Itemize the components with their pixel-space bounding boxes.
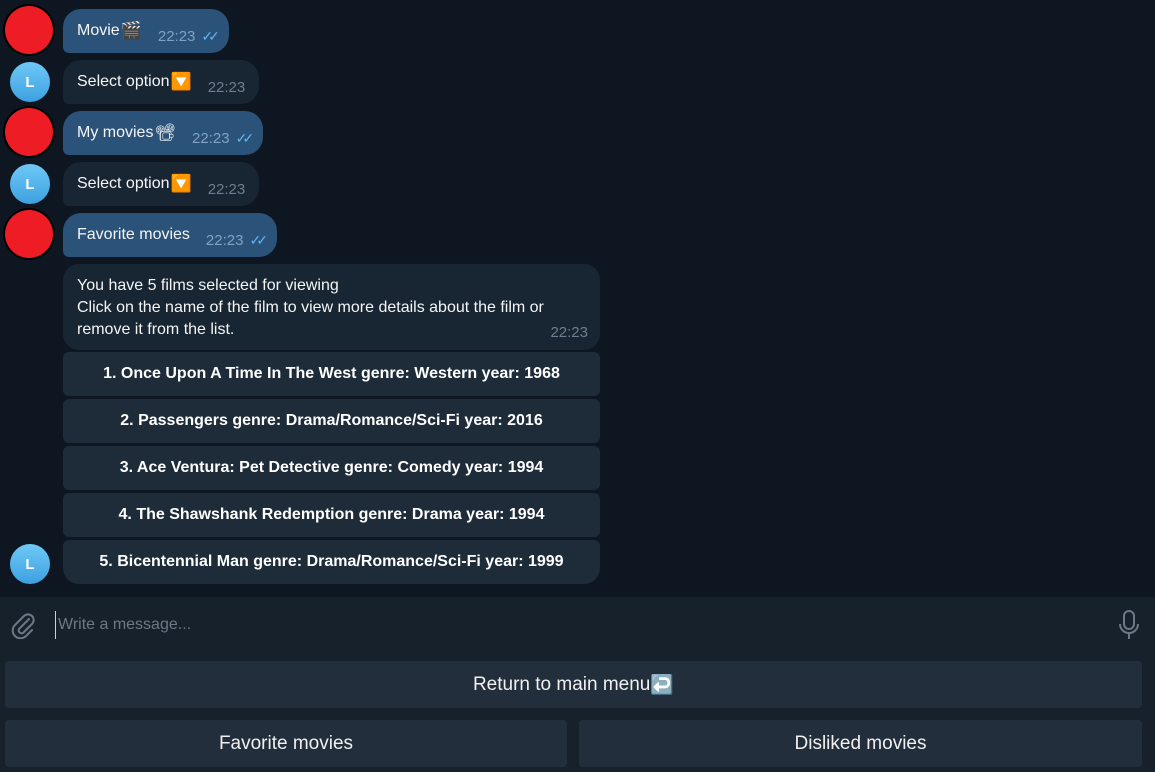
favorite-movies-button[interactable]: Favorite movies [5,720,567,767]
bot-reply-message[interactable]: You have 5 films selected for viewing Cl… [63,264,600,350]
message-outgoing[interactable]: My movies 📽 22:23 ✓✓ [63,111,264,155]
microphone-icon[interactable] [1117,609,1141,641]
film-button-4[interactable]: 4. The Shawshank Redemption genre: Drama… [63,493,600,537]
message-time: 22:23 [550,324,588,341]
user-avatar[interactable] [5,210,53,258]
projector-emoji: 📽 [154,123,177,142]
bot-avatar[interactable]: L [10,62,50,102]
read-checks-icon: ✓✓ [249,231,268,248]
message-time: 22:23 [207,180,246,198]
chat-history: Movie 🎬 22:23 ✓✓ L Select option 🔽 22:23… [0,0,1155,597]
read-checks-icon: ✓✓ [235,129,255,146]
user-avatar[interactable] [5,6,53,54]
down-arrow-emoji: 🔽 [170,174,192,193]
button-label: Disliked movies [794,732,927,754]
film-button-1[interactable]: 1. Once Upon A Time In The West genre: W… [63,352,600,396]
return-arrow-emoji: ↩️ [650,674,675,696]
message-time: 22:23 [157,27,196,45]
film-button-5[interactable]: 5. Bicentennial Man genre: Drama/Romance… [63,540,600,584]
message-incoming[interactable]: Select option 🔽 22:23 [63,162,260,206]
message-time: 22:23 [205,231,244,249]
message-outgoing[interactable]: Movie 🎬 22:23 ✓✓ [63,9,229,53]
paperclip-icon[interactable] [10,611,36,640]
message-input[interactable] [55,611,1060,639]
message-text: Select option [77,175,170,192]
message-text-line: You have 5 films selected for viewing [77,277,339,294]
message-text: Movie [77,22,120,39]
message-text: My movies [77,124,154,141]
message-composer [0,597,1155,653]
message-outgoing[interactable]: Favorite movies 22:23 ✓✓ [63,213,277,257]
return-main-menu-button[interactable]: Return to main menu ↩️ [5,661,1142,708]
button-label: Return to main menu [472,673,651,695]
message-time: 22:23 [207,78,246,96]
bot-avatar[interactable]: L [10,544,50,584]
button-label: Favorite movies [218,732,354,754]
user-avatar[interactable] [5,108,53,156]
reply-keyboard: Return to main menu ↩️ Favorite movies D… [0,653,1155,772]
film-button-2[interactable]: 2. Passengers genre: Drama/Romance/Sci-F… [63,399,600,443]
disliked-movies-button[interactable]: Disliked movies [579,720,1142,767]
read-checks-icon: ✓✓ [201,27,220,44]
film-button-3[interactable]: 3. Ace Ventura: Pet Detective genre: Com… [63,446,600,490]
message-incoming[interactable]: Select option 🔽 22:23 [63,60,260,104]
message-text: Select option [77,73,170,90]
message-text-line: Click on the name of the film to view mo… [77,299,544,338]
bot-avatar[interactable]: L [10,164,50,204]
message-text: Favorite movies [77,226,190,243]
down-arrow-emoji: 🔽 [170,72,192,91]
clapper-emoji: 🎬 [120,21,142,40]
message-time: 22:23 [192,129,230,147]
